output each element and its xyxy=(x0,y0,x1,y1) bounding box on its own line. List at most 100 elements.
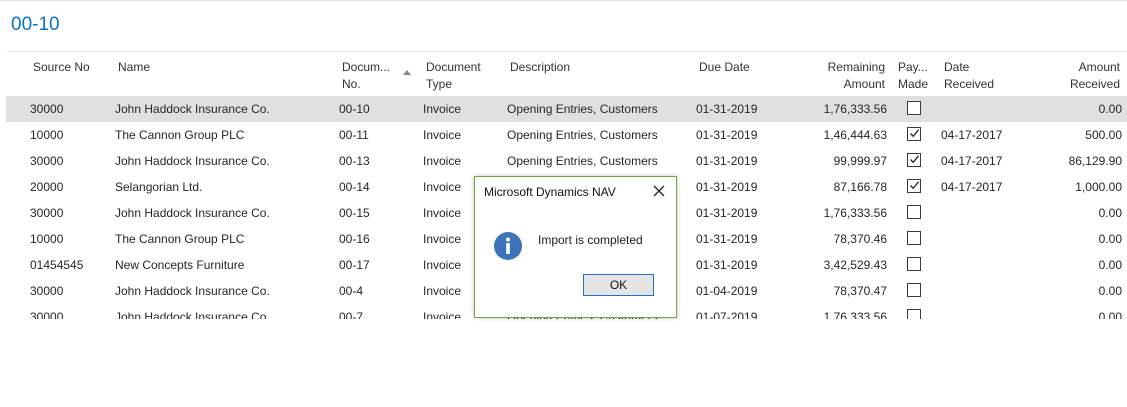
cell-name: John Haddock Insurance Co. xyxy=(115,284,270,298)
cell-date-received: 04-17-2017 xyxy=(941,154,1003,168)
checkmark-icon xyxy=(910,155,920,164)
cell-document-no: 00-13 xyxy=(339,154,370,168)
cell-due-date: 01-31-2019 xyxy=(696,232,758,246)
cell-name: John Haddock Insurance Co. xyxy=(115,102,270,116)
cell-document-type: Invoice xyxy=(423,180,462,194)
cell-name: Selangorian Ltd. xyxy=(115,180,203,194)
cell-document-no: 00-15 xyxy=(339,206,370,220)
cell-source-no: 01454545 xyxy=(30,258,84,272)
payment-made-checkbox[interactable] xyxy=(907,127,921,141)
checkmark-icon xyxy=(910,129,920,138)
cell-document-type: Invoice xyxy=(423,154,462,168)
checkmark-icon xyxy=(910,181,920,190)
cell-document-no: 00-14 xyxy=(339,180,370,194)
cell-description: Opening Entries, Customers xyxy=(507,154,658,168)
cell-due-date: 01-31-2019 xyxy=(696,102,758,116)
cell-document-type: Invoice xyxy=(423,128,462,142)
cell-name: New Concepts Furniture xyxy=(115,258,245,272)
payment-made-checkbox[interactable] xyxy=(907,153,921,167)
cell-date-received: 04-17-2017 xyxy=(941,128,1003,142)
cell-remaining-amount: 99,999.97 xyxy=(833,154,887,168)
cell-date-received: 04-17-2017 xyxy=(941,180,1003,194)
payment-made-checkbox[interactable] xyxy=(907,283,921,297)
cell-name: John Haddock Insurance Co. xyxy=(115,310,270,319)
cell-document-type: Invoice xyxy=(423,206,462,220)
payment-made-checkbox[interactable] xyxy=(907,179,921,193)
cell-source-no: 10000 xyxy=(30,128,64,142)
cell-amount-received: 0.00 xyxy=(1098,102,1122,116)
sort-ascending-icon[interactable] xyxy=(403,70,411,75)
cell-source-no: 30000 xyxy=(30,102,64,116)
cell-remaining-amount: 3,42,529.43 xyxy=(823,258,887,272)
payment-made-checkbox[interactable] xyxy=(907,101,921,115)
table-row[interactable]: 30000 John Haddock Insurance Co. 00-13 Invo… xyxy=(6,148,1127,175)
cell-amount-received: 0.00 xyxy=(1098,206,1122,220)
cell-document-type: Invoice xyxy=(423,310,462,319)
column-header-amount-received[interactable]: Amount Received xyxy=(1036,59,1120,93)
cell-document-no: 00-10 xyxy=(339,102,370,116)
cell-document-type: Invoice xyxy=(423,258,462,272)
cell-description: Opening Entries, Customers xyxy=(507,102,658,116)
cell-remaining-amount: 1,76,333.56 xyxy=(823,102,887,116)
cell-document-no: 00-17 xyxy=(339,258,370,272)
table-row[interactable]: 30000 John Haddock Insurance Co. 00-10 Invo… xyxy=(6,96,1127,123)
dialog-titlebar: Microsoft Dynamics NAV xyxy=(475,177,676,207)
top-divider xyxy=(0,0,1127,1)
cell-document-type: Invoice xyxy=(423,102,462,116)
column-header-due-date[interactable]: Due Date xyxy=(699,59,750,76)
cell-due-date: 01-31-2019 xyxy=(696,206,758,220)
cell-name: John Haddock Insurance Co. xyxy=(115,206,270,220)
cell-source-no: 30000 xyxy=(30,310,64,319)
ok-button[interactable]: OK xyxy=(583,274,654,296)
dialog-body: Import is completed OK xyxy=(475,207,676,317)
column-header-remaining-amount[interactable]: Remaining Amount xyxy=(806,59,885,93)
cell-amount-received: 0.00 xyxy=(1098,232,1122,246)
cell-remaining-amount: 78,370.46 xyxy=(833,232,887,246)
cell-amount-received: 0.00 xyxy=(1098,310,1122,319)
cell-document-no: 00-4 xyxy=(339,284,364,298)
column-header-name[interactable]: Name xyxy=(118,59,150,76)
column-header-document-no[interactable]: Docum... No. xyxy=(342,59,390,93)
cell-source-no: 30000 xyxy=(30,154,64,168)
cell-amount-received: 0.00 xyxy=(1098,258,1122,272)
cell-amount-received: 86,129.90 xyxy=(1068,154,1122,168)
cell-amount-received: 1,000.00 xyxy=(1075,180,1122,194)
cell-document-no: 00-16 xyxy=(339,232,370,246)
info-icon xyxy=(493,231,523,261)
dialog-message: Import is completed xyxy=(538,233,643,247)
column-header-description[interactable]: Description xyxy=(510,59,570,76)
cell-due-date: 01-31-2019 xyxy=(696,128,758,142)
dialog-title: Microsoft Dynamics NAV xyxy=(484,185,616,199)
column-header-document-type[interactable]: Document Type xyxy=(426,59,481,93)
grid-header: Source No Name Docum... No. Document Type … xyxy=(6,52,1127,96)
cell-due-date: 01-31-2019 xyxy=(696,154,758,168)
cell-name: The Cannon Group PLC xyxy=(115,128,245,142)
cell-source-no: 10000 xyxy=(30,232,64,246)
close-icon[interactable] xyxy=(651,183,667,199)
cell-document-type: Invoice xyxy=(423,232,462,246)
column-header-source-no[interactable]: Source No xyxy=(33,59,90,76)
cell-source-no: 30000 xyxy=(30,284,64,298)
table-row[interactable]: 10000 The Cannon Group PLC 00-11 Invoice Ope… xyxy=(6,122,1127,149)
cell-due-date: 01-07-2019 xyxy=(696,310,758,319)
payment-made-checkbox[interactable] xyxy=(907,231,921,245)
cell-source-no: 20000 xyxy=(30,180,64,194)
column-header-payment-made[interactable]: Pay... Made xyxy=(898,59,928,93)
cell-description: Opening Entries, Customers xyxy=(507,128,658,142)
cell-document-type: Invoice xyxy=(423,284,462,298)
cell-source-no: 30000 xyxy=(30,206,64,220)
payment-made-checkbox[interactable] xyxy=(907,205,921,219)
payment-made-checkbox[interactable] xyxy=(907,309,921,319)
cell-due-date: 01-31-2019 xyxy=(696,180,758,194)
cell-remaining-amount: 78,370.47 xyxy=(833,284,887,298)
cell-remaining-amount: 1,46,444.63 xyxy=(823,128,887,142)
cell-document-no: 00-11 xyxy=(339,128,369,142)
column-header-date-received[interactable]: Date Received xyxy=(944,59,994,93)
cell-amount-received: 500.00 xyxy=(1085,128,1122,142)
cell-due-date: 01-04-2019 xyxy=(696,284,758,298)
payment-made-checkbox[interactable] xyxy=(907,257,921,271)
cell-document-no: 00-7 xyxy=(339,310,364,319)
cell-remaining-amount: 1,76,333.56 xyxy=(823,206,887,220)
cell-name: The Cannon Group PLC xyxy=(115,232,245,246)
message-dialog: Microsoft Dynamics NAV Import is complet… xyxy=(474,176,677,318)
